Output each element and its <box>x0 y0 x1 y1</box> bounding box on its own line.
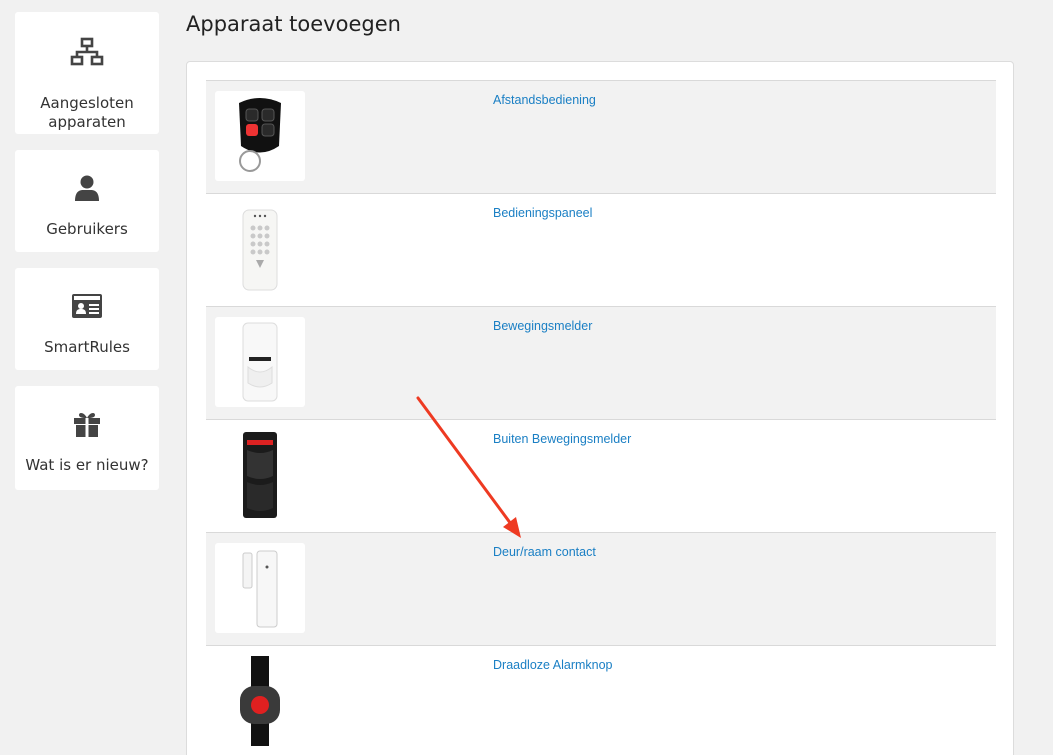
user-icon <box>74 168 100 208</box>
sidebar-item-label: Wat is er nieuw? <box>25 456 149 474</box>
device-link-afstandsbediening[interactable]: Afstandsbediening <box>493 93 596 107</box>
sidebar-item-label: Aangesloten apparaten <box>40 94 134 131</box>
list-item[interactable]: Deur/raam contact <box>206 533 996 646</box>
outdoor-motion-sensor-image <box>215 430 305 520</box>
device-list: Afstandsbediening Bedieningspaneel Beweg… <box>206 80 996 755</box>
id-card-icon <box>71 286 103 326</box>
sidebar-item-smartrules[interactable]: SmartRules <box>15 268 159 370</box>
device-link-bewegingsmelder[interactable]: Bewegingsmelder <box>493 319 592 333</box>
door-contact-image <box>215 543 305 633</box>
page-title: Apparaat toevoegen <box>186 12 401 36</box>
sidebar-item-users[interactable]: Gebruikers <box>15 150 159 252</box>
device-link-bedieningspaneel[interactable]: Bedieningspaneel <box>493 206 592 220</box>
motion-sensor-image <box>215 317 305 407</box>
remote-control-image <box>215 91 305 181</box>
list-item[interactable]: Buiten Bewegingsmelder <box>206 420 996 533</box>
list-item[interactable]: Bewegingsmelder <box>206 307 996 420</box>
device-panel: Afstandsbediening Bedieningspaneel Beweg… <box>186 61 1014 755</box>
sidebar: Aangesloten apparaten Gebruikers SmartRu… <box>15 12 159 506</box>
panic-button-image <box>215 656 305 746</box>
sidebar-item-connected-devices[interactable]: Aangesloten apparaten <box>15 12 159 134</box>
device-link-draadloze-alarmknop[interactable]: Draadloze Alarmknop <box>493 658 613 672</box>
sidebar-item-label: Gebruikers <box>46 220 128 238</box>
list-item[interactable]: Afstandsbediening <box>206 81 996 194</box>
sidebar-item-label: SmartRules <box>44 338 130 356</box>
sidebar-item-whats-new[interactable]: Wat is er nieuw? <box>15 386 159 490</box>
device-link-buiten-bewegingsmelder[interactable]: Buiten Bewegingsmelder <box>493 432 631 446</box>
gift-icon <box>72 404 102 444</box>
list-item[interactable]: Bedieningspaneel <box>206 194 996 307</box>
keypad-image <box>215 204 305 294</box>
device-link-deur-raam-contact[interactable]: Deur/raam contact <box>493 545 596 559</box>
network-icon <box>70 32 104 72</box>
list-item[interactable]: Draadloze Alarmknop <box>206 646 996 755</box>
